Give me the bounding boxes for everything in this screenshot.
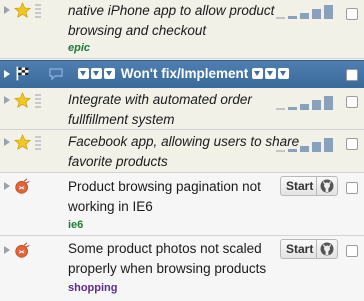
- story-row[interactable]: Product browsing pagination not working …: [0, 173, 364, 236]
- ie6-label[interactable]: ie6: [68, 218, 83, 232]
- arrow-down-icon: [278, 68, 289, 79]
- comment-icon[interactable]: [49, 68, 63, 80]
- story-title: Product browsing pagination not working …: [68, 179, 261, 214]
- story-row[interactable]: Some product photos not scaled properly …: [0, 236, 364, 301]
- expand-icon[interactable]: [4, 182, 10, 190]
- epic-label[interactable]: epic: [68, 41, 90, 55]
- feature-star-icon: [14, 2, 31, 19]
- expand-icon[interactable]: [4, 6, 10, 14]
- expand-icon[interactable]: [4, 96, 10, 104]
- arrow-down-icon: [104, 68, 115, 79]
- github-icon[interactable]: [316, 240, 337, 258]
- expand-icon[interactable]: [4, 246, 10, 254]
- story-title: Some product photos not scaled properly …: [68, 241, 267, 276]
- release-marker-row[interactable]: Won't fix/Implement: [0, 60, 364, 89]
- story-row[interactable]: Facebook app, allowing users to share fa…: [0, 130, 364, 173]
- release-flag-icon: [16, 66, 29, 81]
- release-title: Won't fix/Implement: [78, 66, 291, 81]
- select-checkbox[interactable]: [346, 69, 358, 81]
- select-checkbox[interactable]: [346, 96, 358, 108]
- expand-icon[interactable]: [4, 138, 10, 146]
- arrow-down-icon: [78, 68, 89, 79]
- select-checkbox[interactable]: [346, 138, 358, 150]
- story-row[interactable]: native iPhone app to allow product brows…: [0, 0, 364, 59]
- start-button[interactable]: Start: [280, 239, 338, 259]
- drag-handle-icon[interactable]: [35, 136, 41, 150]
- arrow-down-icon: [265, 68, 276, 79]
- arrow-down-icon: [252, 68, 263, 79]
- estimate-selector[interactable]: [276, 138, 333, 152]
- feature-star-icon: [14, 92, 31, 109]
- feature-star-icon: [14, 134, 31, 151]
- select-checkbox[interactable]: [346, 182, 358, 194]
- story-title: Facebook app, allowing users to share fa…: [68, 134, 300, 169]
- start-label: Start: [286, 242, 314, 256]
- bug-icon: [15, 178, 30, 194]
- story-row[interactable]: Integrate with automated order fullfillm…: [0, 88, 364, 130]
- arrow-down-icon: [91, 68, 102, 79]
- expand-icon[interactable]: [4, 70, 10, 78]
- estimate-selector[interactable]: [276, 5, 333, 19]
- select-checkbox[interactable]: [346, 245, 358, 257]
- start-label: Start: [286, 179, 314, 193]
- story-title: Integrate with automated order fullfillm…: [68, 92, 252, 127]
- shopping-label[interactable]: shopping: [68, 281, 118, 295]
- story-title: native iPhone app to allow product brows…: [68, 3, 275, 38]
- select-checkbox[interactable]: [346, 8, 358, 20]
- drag-handle-icon[interactable]: [35, 4, 41, 18]
- bug-icon: [15, 242, 30, 258]
- drag-handle-icon[interactable]: [35, 94, 41, 108]
- estimate-selector[interactable]: [276, 96, 333, 110]
- github-icon[interactable]: [316, 177, 337, 195]
- start-button[interactable]: Start: [280, 176, 338, 196]
